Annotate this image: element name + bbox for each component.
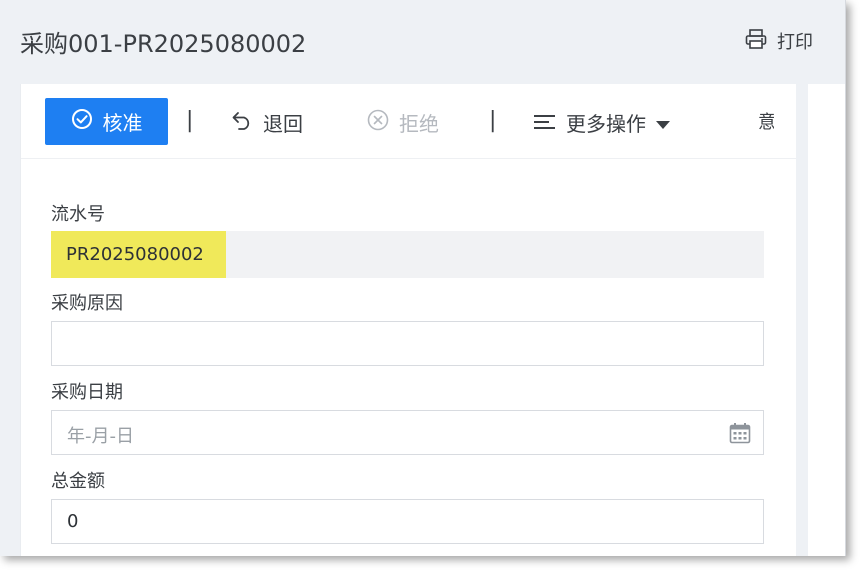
menu-lines-icon [534,111,556,135]
undo-icon [231,110,253,135]
reject-label: 拒绝 [399,112,439,136]
toolbar-divider: | [186,108,194,133]
return-label: 退回 [263,112,303,136]
serial-value: PR2025080002 [51,231,226,278]
print-button[interactable]: 打印 [745,28,813,54]
x-circle-icon [367,109,389,136]
more-actions-label: 更多操作 [566,112,646,136]
more-actions-dropdown[interactable]: 更多操作 [534,108,670,137]
reason-label: 采购原因 [51,293,123,314]
form-card: 核准 | 退回 拒绝 | 更多操作 流水号 PR2025080002 采购原因 … [20,84,796,556]
total-value: 0 [67,511,79,532]
reason-input[interactable] [51,321,764,366]
action-toolbar: 核准 | 退回 拒绝 | 更多操作 [21,84,796,159]
app-window: 采购001-PR2025080002 打印 核准 | 退回 拒绝 | 更多操作 … [0,0,846,556]
reject-button[interactable]: 拒绝 [367,108,439,137]
truncated-toolbar-label: 意 [758,108,774,134]
total-input[interactable]: 0 [51,499,764,544]
approve-label: 核准 [102,111,143,135]
check-circle-icon [71,108,93,135]
caret-down-icon [656,111,670,135]
truncated-toolbar-item[interactable]: 意 [758,108,774,134]
page-header: 采购001-PR2025080002 打印 [0,0,845,84]
page-title: 采购001-PR2025080002 [20,30,307,58]
serial-field: PR2025080002 [51,231,764,278]
date-placeholder: 年-月-日 [67,426,134,447]
toolbar-divider: | [489,108,497,133]
date-label: 采购日期 [51,382,123,403]
date-input[interactable]: 年-月-日 [51,410,764,455]
return-button[interactable]: 退回 [231,108,303,137]
printer-icon [745,28,767,54]
serial-label: 流水号 [51,204,105,225]
approve-button[interactable]: 核准 [45,98,168,145]
right-panel-edge [808,84,845,556]
print-label: 打印 [777,32,813,53]
calendar-icon[interactable] [729,422,751,449]
total-label: 总金额 [51,471,105,492]
